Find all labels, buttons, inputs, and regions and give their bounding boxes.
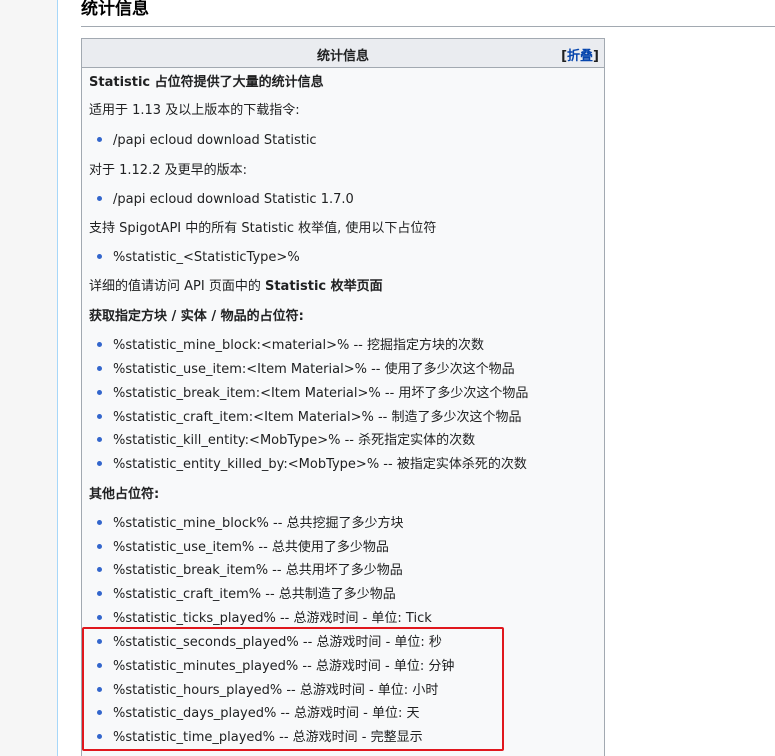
list-item-text: %statistic_ticks_played% -- 总游戏时间 - 单位: … [113, 611, 432, 626]
list-item: %statistic_craft_item:<Item Material>% -… [97, 409, 522, 427]
list-item: %statistic_use_item:<Item Material>% -- … [97, 361, 515, 379]
wiki-page: 统计信息 统计信息 [折叠] Statistic 占位符提供了大量的统计信息 适… [0, 0, 775, 756]
list-item: %statistic_days_played% -- 总游戏时间 - 单位: 天 [97, 705, 419, 723]
collapse-link[interactable]: 折叠 [567, 49, 593, 64]
list-item: /papi ecloud download Statistic 1.7.0 [97, 191, 354, 209]
bullet-icon [97, 342, 102, 347]
heading-divider [81, 26, 775, 27]
bullet-icon [97, 390, 102, 395]
list-item-text: %statistic_kill_entity:<MobType>% -- 杀死指… [113, 433, 476, 448]
list-item-text: %statistic_break_item:<Item Material>% -… [113, 386, 529, 401]
section-heading: 统计信息 [81, 0, 149, 19]
detail-prefix: 详细的值请访问 API 页面中的 [89, 279, 265, 294]
list-item: %statistic_craft_item% -- 总共制造了多少物品 [97, 586, 396, 604]
bullet-icon [97, 366, 102, 371]
list-item: %statistic_use_item% -- 总共使用了多少物品 [97, 539, 389, 557]
list-item-text: %statistic_hours_played% -- 总游戏时间 - 单位: … [113, 683, 439, 698]
bullet-icon [97, 687, 102, 692]
list-item-text: %statistic_time_played% -- 总游戏时间 - 完整显示 [113, 730, 423, 745]
list-item-text: %statistic_break_item% -- 总共用坏了多少物品 [113, 563, 403, 578]
bullet-icon [97, 437, 102, 442]
list-item: %statistic_ticks_played% -- 总游戏时间 - 单位: … [97, 610, 432, 628]
bullet-icon [97, 639, 102, 644]
list-item: %statistic_break_item% -- 总共用坏了多少物品 [97, 562, 403, 580]
list-item: %statistic_break_item:<Item Material>% -… [97, 385, 528, 403]
bullet-icon [97, 461, 102, 466]
bullet-icon [97, 520, 102, 525]
other-heading: 其他占位符: [89, 487, 160, 502]
bullet-icon [97, 196, 102, 201]
bullet-icon [97, 710, 102, 715]
bullet-icon [97, 734, 102, 739]
list-item: %statistic_mine_block:<material>% -- 挖掘指… [97, 337, 484, 355]
list-item: %statistic_seconds_played% -- 总游戏时间 - 单位… [97, 634, 442, 652]
list-item: /papi ecloud download Statistic [97, 132, 317, 150]
enum-note: 支持 SpigotAPI 中的所有 Statistic 枚举值, 使用以下占位符 [89, 221, 437, 236]
bullet-icon [97, 254, 102, 259]
v113-command: /papi ecloud download Statistic [113, 133, 317, 148]
list-item-text: %statistic_entity_killed_by:<MobType>% -… [113, 457, 527, 472]
list-item: %statistic_minutes_played% -- 总游戏时间 - 单位… [97, 658, 454, 676]
left-rail [0, 0, 58, 756]
list-item: %statistic_entity_killed_by:<MobType>% -… [97, 456, 527, 474]
v112-note: 对于 1.12.2 及更早的版本: [89, 163, 247, 178]
list-item: %statistic_<StatisticType>% [97, 249, 300, 267]
list-item-text: %statistic_mine_block% -- 总共挖掘了多少方块 [113, 516, 404, 531]
list-item-text: %statistic_use_item% -- 总共使用了多少物品 [113, 540, 389, 555]
list-item-text: %statistic_seconds_played% -- 总游戏时间 - 单位… [113, 635, 442, 650]
detail-note: 详细的值请访问 API 页面中的 Statistic 枚举页面 [89, 278, 383, 296]
bullet-icon [97, 591, 102, 596]
bullet-icon [97, 414, 102, 419]
list-item-text: %statistic_craft_item:<Item Material>% -… [113, 410, 522, 425]
block-heading: 获取指定方块 / 实体 / 物品的占位符: [89, 309, 304, 324]
infobox-header: 统计信息 [折叠] [82, 39, 604, 68]
list-item: %statistic_hours_played% -- 总游戏时间 - 单位: … [97, 682, 438, 700]
intro-text: Statistic 占位符提供了大量的统计信息 [89, 75, 324, 90]
statistics-infobox: 统计信息 [折叠] Statistic 占位符提供了大量的统计信息 适用于 1.… [81, 38, 605, 756]
bullet-icon [97, 615, 102, 620]
list-item-text: %statistic_days_played% -- 总游戏时间 - 单位: 天 [113, 706, 420, 721]
list-item: %statistic_kill_entity:<MobType>% -- 杀死指… [97, 432, 475, 450]
collapse-toggle[interactable]: [折叠] [561, 45, 599, 64]
detail-bold: Statistic 枚举页面 [264, 279, 383, 294]
v112-command: /papi ecloud download Statistic 1.7.0 [113, 192, 354, 207]
bullet-icon [97, 663, 102, 668]
bullet-icon [97, 544, 102, 549]
toggle-bracket-close: ] [593, 49, 599, 64]
enum-placeholder: %statistic_<StatisticType>% [113, 250, 300, 265]
v113-note: 适用于 1.13 及以上版本的下载指令: [89, 103, 300, 118]
list-item: %statistic_mine_block% -- 总共挖掘了多少方块 [97, 515, 404, 533]
list-item-text: %statistic_use_item:<Item Material>% -- … [113, 362, 515, 377]
bullet-icon [97, 567, 102, 572]
list-item: %statistic_time_played% -- 总游戏时间 - 完整显示 [97, 729, 423, 747]
list-item-text: %statistic_craft_item% -- 总共制造了多少物品 [113, 587, 396, 602]
list-item-text: %statistic_mine_block:<material>% -- 挖掘指… [113, 338, 484, 353]
infobox-title: 统计信息 [316, 49, 369, 64]
bullet-icon [97, 137, 102, 142]
list-item-text: %statistic_minutes_played% -- 总游戏时间 - 单位… [113, 659, 455, 674]
